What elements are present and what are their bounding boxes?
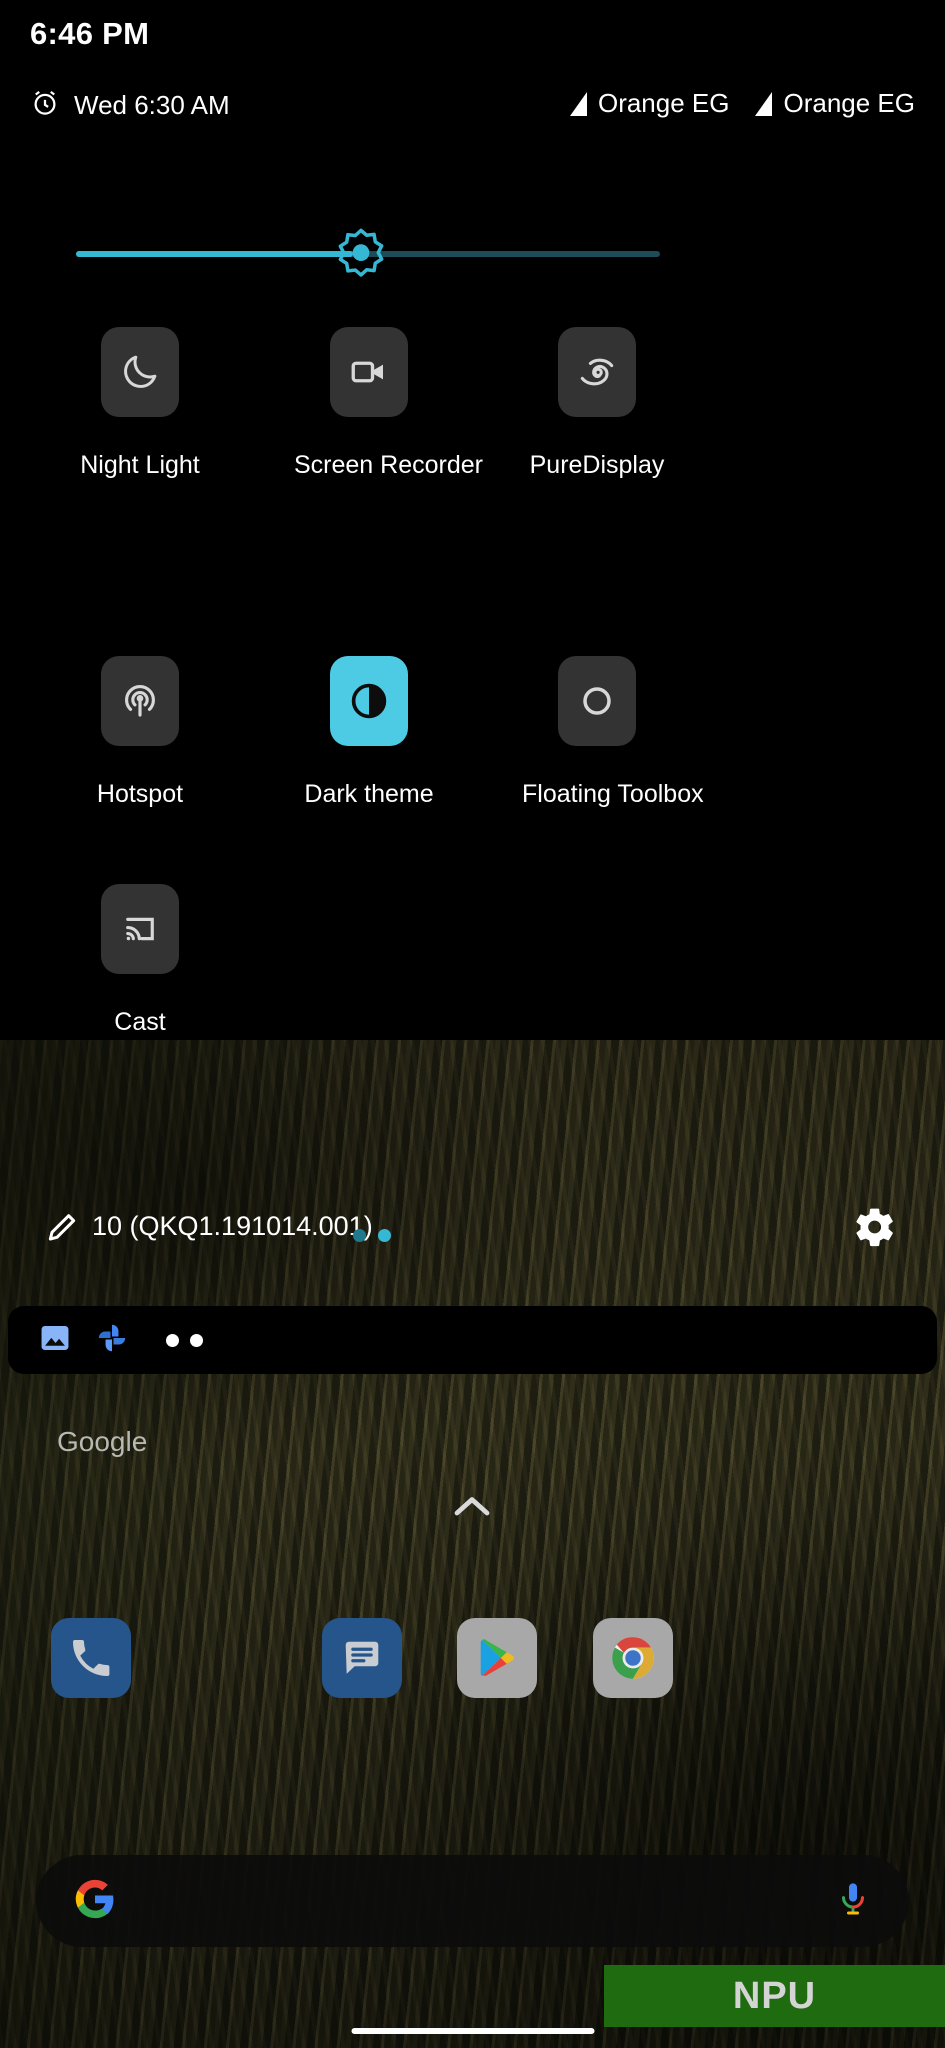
tile-night-light-label: Night Light — [80, 451, 200, 479]
tile-puredisplay-label: PureDisplay — [529, 451, 665, 479]
app-icon-messages[interactable] — [322, 1618, 402, 1698]
app-icon-phone[interactable] — [51, 1618, 131, 1698]
tile-puredisplay[interactable]: PureDisplay — [522, 327, 672, 480]
google-photos-icon[interactable] — [94, 1320, 130, 1361]
signal-triangle-icon — [569, 91, 587, 116]
circle-outline-icon — [558, 656, 636, 746]
tile-floating-toolbox[interactable]: Floating Toolbox — [522, 656, 704, 809]
page-dot-2[interactable] — [378, 1229, 391, 1242]
carrier-group: Orange EG Orange EG — [569, 88, 915, 119]
build-version-text: 10 (QKQ1.191014.001) — [92, 1211, 373, 1241]
status-bar-clock: 6:46 PM — [30, 16, 150, 51]
carrier-1-label: Orange EG — [597, 88, 730, 118]
carrier-1: Orange EG — [569, 88, 730, 119]
puredisplay-eye-icon — [558, 327, 636, 417]
tile-floating-toolbox-label: Floating Toolbox — [522, 780, 704, 808]
gear-icon[interactable] — [853, 1205, 897, 1254]
notification-overflow-dots — [166, 1333, 203, 1347]
notification-icon-strip[interactable] — [8, 1306, 937, 1374]
app-icon-play-store[interactable] — [457, 1618, 537, 1698]
tile-cast-label: Cast — [114, 1008, 166, 1036]
android-screen: 6:46 PM Wed 6:30 AM Orange EG Orange EG … — [0, 0, 945, 2048]
navigation-bar — [0, 2002, 945, 2048]
google-widget-label: Google — [57, 1426, 148, 1457]
home-gesture-pill[interactable] — [351, 2028, 594, 2034]
contrast-circle-icon — [330, 656, 408, 746]
google-g-icon[interactable] — [72, 1876, 118, 1927]
page-dot-1[interactable] — [353, 1229, 366, 1242]
alarm-time-text: Wed 6:30 AM — [74, 90, 230, 120]
quick-settings-header: Wed 6:30 AM Orange EG Orange EG — [8, 88, 937, 136]
overflow-dot — [190, 1333, 203, 1347]
cast-screen-icon — [101, 884, 179, 974]
tile-dark-theme[interactable]: Dark theme — [294, 656, 444, 809]
video-camera-icon — [330, 327, 408, 417]
moon-icon — [101, 327, 179, 417]
dock — [0, 1618, 945, 1728]
tile-cast[interactable]: Cast — [65, 884, 215, 1037]
pencil-edit-icon[interactable] — [42, 1207, 82, 1252]
quick-settings-footer: 10 (QKQ1.191014.001) — [8, 1185, 937, 1275]
tile-hotspot-label: Hotspot — [96, 780, 184, 808]
tile-hotspot[interactable]: Hotspot — [65, 656, 215, 809]
quick-settings-panel: 6:46 PM Wed 6:30 AM Orange EG Orange EG … — [8, 0, 937, 1247]
tile-night-light[interactable]: Night Light — [65, 327, 215, 480]
carrier-2-label: Orange EG — [783, 88, 915, 118]
brightness-fill — [76, 251, 353, 257]
tile-screen-recorder-label: Screen Recorder — [294, 451, 483, 479]
brightness-slider[interactable] — [76, 228, 660, 277]
carrier-2: Orange EG — [755, 88, 915, 119]
alarm-status[interactable]: Wed 6:30 AM — [30, 88, 230, 123]
brightness-sun-icon[interactable] — [334, 227, 388, 281]
photo-image-icon[interactable] — [38, 1321, 72, 1360]
signal-triangle-icon — [755, 91, 773, 116]
hotspot-broadcast-icon — [101, 656, 179, 746]
google-search-bar[interactable] — [36, 1855, 909, 1947]
chevron-up-icon[interactable] — [448, 1490, 496, 1527]
tile-screen-recorder[interactable]: Screen Recorder — [294, 327, 483, 480]
microphone-icon[interactable] — [833, 1879, 873, 1924]
tile-dark-theme-label: Dark theme — [304, 780, 434, 808]
app-icon-chrome[interactable] — [593, 1618, 673, 1698]
alarm-clock-icon — [30, 88, 60, 123]
overflow-dot — [166, 1333, 179, 1347]
qs-page-indicator — [353, 1229, 391, 1242]
